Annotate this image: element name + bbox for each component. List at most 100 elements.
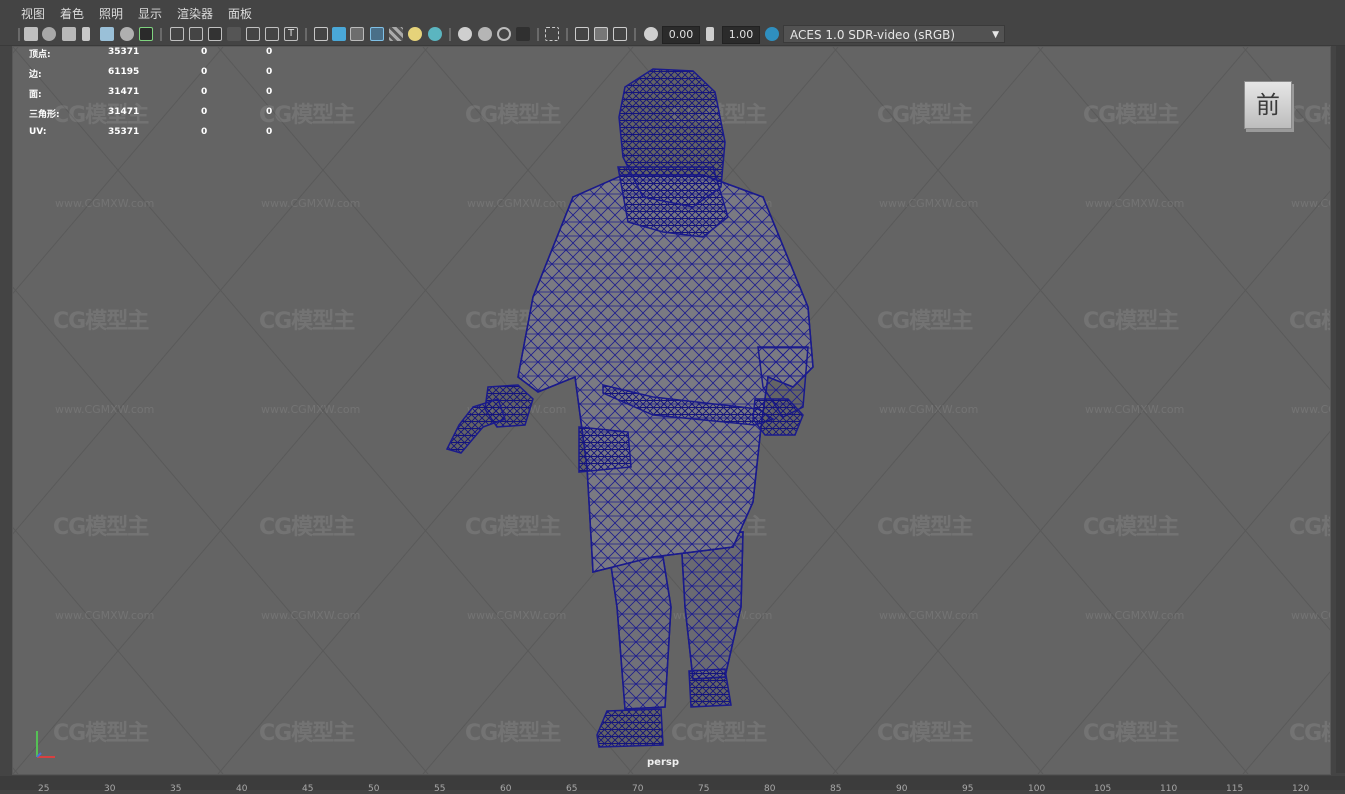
ruler-tick-label: 95 [962,784,974,794]
hud-row-triangles: 三角形: 31471 0 0 [29,107,289,121]
ruler-tick-label: 60 [500,784,512,794]
color-management-icon[interactable] [765,27,779,41]
left-boot [596,708,664,748]
hud-component: 0 [266,127,273,137]
screen-space-ao-icon[interactable] [458,27,472,41]
toolbar-separator [18,28,20,41]
hud-total: 35371 [108,127,140,137]
menu-renderer[interactable]: 渲染器 [177,5,213,22]
hud-label: 顶点: [29,50,51,60]
grid-icon[interactable] [170,27,184,41]
menu-show[interactable]: 显示 [138,5,162,22]
view-cube[interactable]: 前 [1244,81,1292,129]
wireframe-character [445,68,814,748]
grease-pencil-icon[interactable] [120,27,134,41]
ruler-tick-label: 105 [1094,784,1112,794]
resolution-gate-icon[interactable] [208,27,222,41]
ruler-tick-label: 65 [566,784,578,794]
axis-gizmo-icon [36,731,55,758]
bookmark-icon[interactable] [62,27,76,41]
safe-title-icon[interactable]: T [284,27,298,41]
ruler-tick-label: 80 [764,784,776,794]
hud-total: 31471 [108,107,140,117]
hud-row-edges: 边: 61195 0 0 [29,67,289,81]
ruler-tick-label: 85 [830,784,842,794]
ruler-tick-label: 120 [1292,784,1310,794]
ruler-tick-label: 75 [698,784,710,794]
ruler-tick-label: 110 [1160,784,1178,794]
smooth-shade-cube-icon[interactable] [332,27,346,41]
right-boot [688,668,732,708]
shadows-icon[interactable] [428,27,442,41]
right-panel-edge [1336,46,1345,773]
default-material-icon[interactable] [350,27,364,41]
hud-total: 31471 [108,87,140,97]
hud-label: UV: [29,127,47,137]
hud-total: 35371 [108,47,140,57]
menu-lighting[interactable]: 照明 [99,5,123,22]
chevron-down-icon: ▼ [992,30,999,40]
textured-icon[interactable] [389,27,403,41]
gamma-icon[interactable] [706,27,714,41]
pencil-active-icon[interactable] [139,27,153,41]
ruler-tick-label: 90 [896,784,908,794]
gate-mask-icon[interactable] [227,27,241,41]
left-leg-mesh [608,551,672,710]
hud-selected: 0 [201,87,208,97]
hud-row-uvs: UV: 35371 0 0 [29,127,289,141]
ruler-tick-label: 100 [1028,784,1046,794]
film-gate-icon[interactable] [189,27,203,41]
scarf-fringe [578,426,632,473]
camera-name-label: persp [647,757,679,768]
menu-panels[interactable]: 面板 [228,5,252,22]
xray-joints-icon[interactable] [594,27,608,41]
ruler-tick-label: 35 [170,784,182,794]
hud-row-faces: 面: 31471 0 0 [29,87,289,101]
toolbar-separator [305,28,307,41]
toolbar-separator [160,28,162,41]
menu-bar: 视图 着色 照明 显示 渲染器 面板 [0,0,1345,24]
hud-component: 0 [266,67,273,77]
camera-attributes-icon[interactable] [42,27,56,41]
menu-shading[interactable]: 着色 [60,5,84,22]
lights-icon[interactable] [408,27,422,41]
menu-view[interactable]: 视图 [21,5,45,22]
toolbar-separator [634,28,636,41]
hud-selected: 0 [201,47,208,57]
hud-component: 0 [266,87,273,97]
ruler-tick-label: 45 [302,784,314,794]
toolbar-separator [566,28,568,41]
hud-component: 0 [266,107,273,117]
hud-selected: 0 [201,127,208,137]
gamma-field[interactable]: 1.00 [722,26,760,44]
hud-component: 0 [266,47,273,57]
safe-action-icon[interactable] [265,27,279,41]
time-ruler[interactable]: 25 30 35 40 45 50 55 60 65 70 75 80 85 90 95 100 105 110 1… [0,776,1345,794]
right-leg-mesh [680,531,744,680]
camera-select-icon[interactable] [24,27,38,41]
anti-aliasing-icon[interactable] [497,27,511,41]
wireframe-on-shaded-icon[interactable] [370,27,384,41]
image-plane-icon[interactable] [82,27,90,41]
hud-selected: 0 [201,67,208,77]
viewport-toolbar: T 0.00 1.00 ACES 1.0 SDR-video (sRGB) ▼ [0,24,1345,46]
ruler-tick-label: 25 [38,784,50,794]
toolbar-separator [449,28,451,41]
isolate-select-icon[interactable] [545,27,559,41]
xray-components-icon[interactable] [613,27,627,41]
left-panel-edge [0,46,11,773]
3d-viewport[interactable]: CG模型主 www.CGMXW.com CG模型主 www.CGMXW.com CG模型… [12,46,1331,775]
wireframe-cube-icon[interactable] [314,27,328,41]
depth-of-field-icon[interactable] [516,27,530,41]
toolbar-separator [537,28,539,41]
ruler-tick-label: 70 [632,784,644,794]
ruler-tick-label: 30 [104,784,116,794]
color-space-dropdown[interactable]: ACES 1.0 SDR-video (sRGB) ▼ [783,25,1005,43]
field-chart-icon[interactable] [246,27,260,41]
exposure-icon[interactable] [644,27,658,41]
hud-selected: 0 [201,107,208,117]
motion-blur-icon[interactable] [478,27,492,41]
2d-pan-zoom-icon[interactable] [100,27,114,41]
xray-icon[interactable] [575,27,589,41]
exposure-field[interactable]: 0.00 [662,26,700,44]
